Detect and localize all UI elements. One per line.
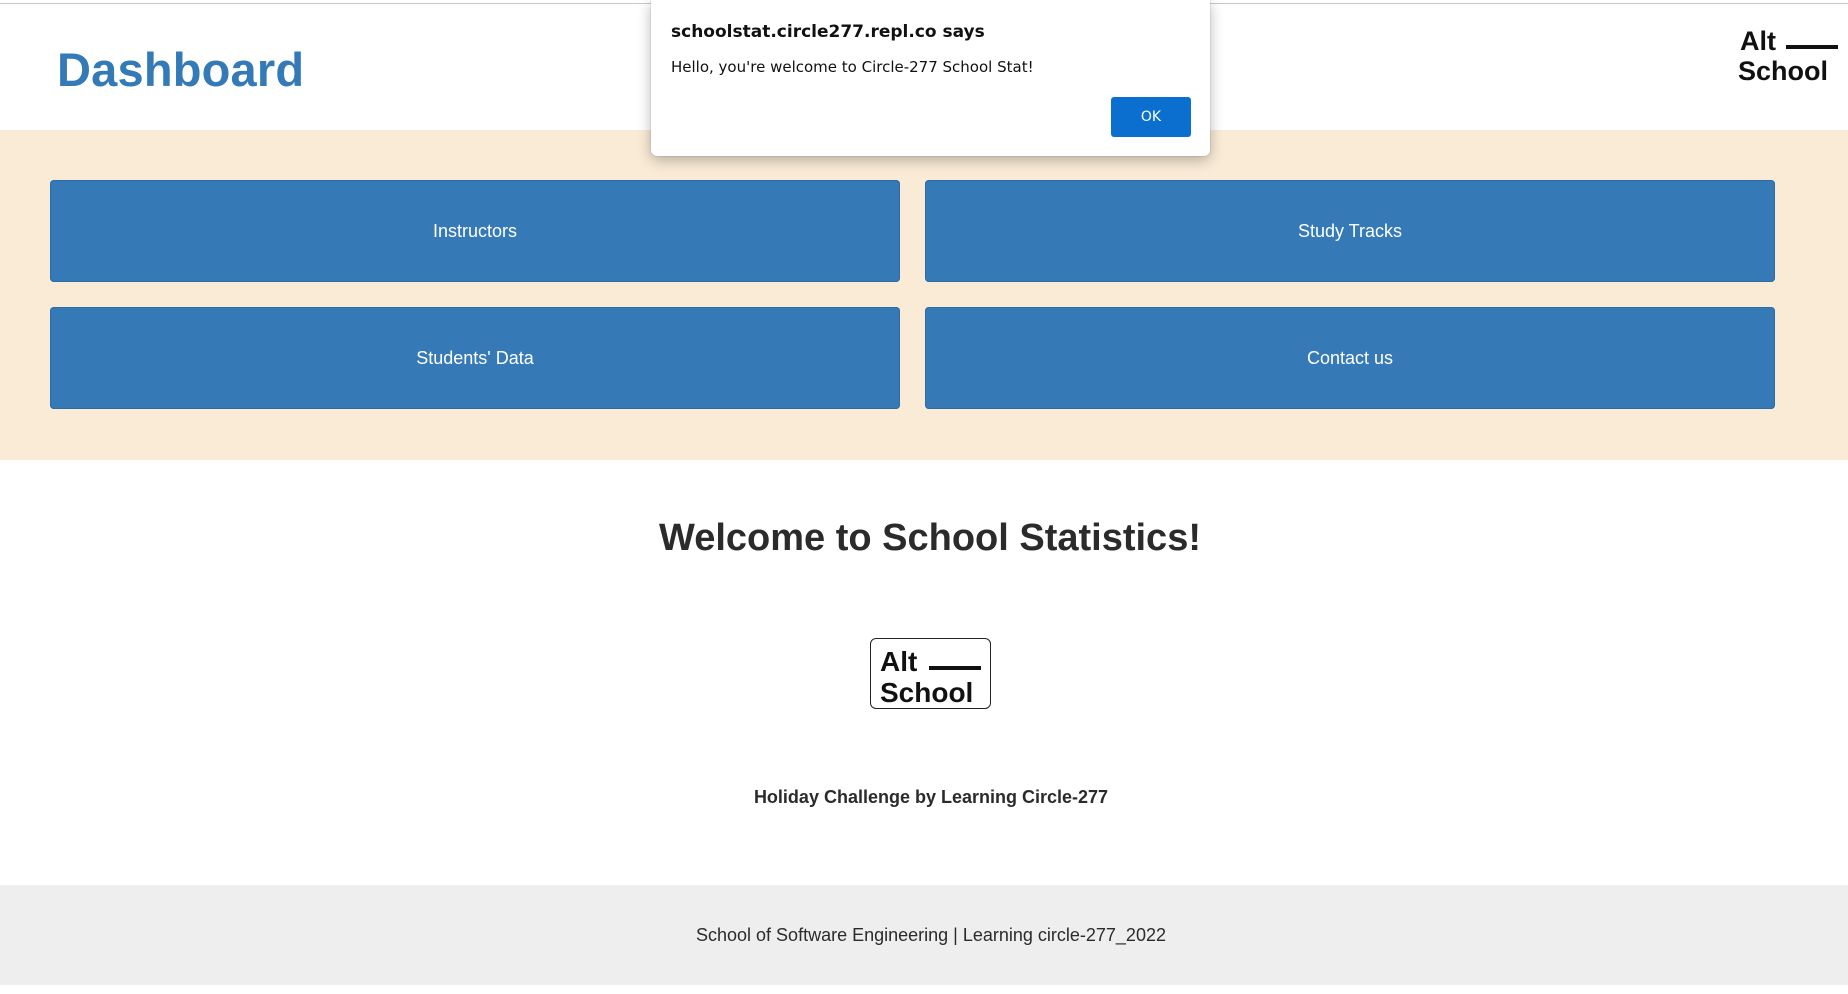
study-tracks-button[interactable]: Study Tracks <box>925 180 1775 282</box>
contact-us-button[interactable]: Contact us <box>925 307 1775 409</box>
altschool-logo-graphic: Alt School <box>880 646 981 708</box>
instructors-button[interactable]: Instructors <box>50 180 900 282</box>
logo-line2: School <box>1738 56 1828 84</box>
footer: School of Software Engineering | Learnin… <box>0 885 1848 985</box>
logo-line2: School <box>880 677 973 707</box>
students-data-button[interactable]: Students' Data <box>50 307 900 409</box>
logo-bar <box>1786 45 1838 49</box>
ok-button[interactable]: OK <box>1111 97 1191 137</box>
nav-panel: Instructors Study Tracks Students' Data … <box>0 130 1848 460</box>
altschool-logo-center: Alt School <box>870 638 991 709</box>
logo-line1: Alt <box>880 646 917 677</box>
page: Dashboard Alt School Instructors Study T… <box>0 0 1848 994</box>
page-title: Dashboard <box>57 43 305 96</box>
logo-line1: Alt <box>1740 26 1776 56</box>
dialog-message: Hello, you're welcome to Circle-277 Scho… <box>671 58 1034 76</box>
footer-text: School of Software Engineering | Learnin… <box>696 925 1166 945</box>
credit-text: Holiday Challenge by Learning Circle-277 <box>753 787 1109 807</box>
dialog-title: schoolstat.circle277.repl.co says <box>671 22 985 42</box>
alert-dialog: schoolstat.circle277.repl.co says Hello,… <box>651 0 1210 156</box>
altschool-logo-header: Alt School <box>1738 26 1838 84</box>
logo-bar <box>929 666 981 670</box>
welcome-heading: Welcome to School Statistics! <box>659 517 1201 559</box>
